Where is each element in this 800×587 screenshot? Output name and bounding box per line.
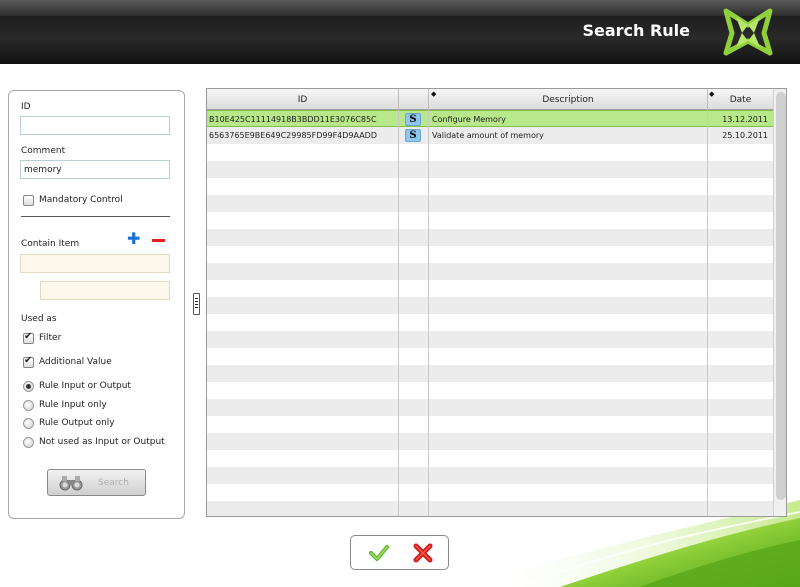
empty-table-row[interactable] [207,399,773,416]
column-header-date[interactable]: Date [708,89,773,110]
table-body: B10E425C11114918B3BDD11E3076C85C S Configu… [207,110,773,516]
empty-table-row[interactable] [207,212,773,229]
radio-label-rule-input-or-output: Rule Input or Output [39,381,131,391]
binoculars-icon [59,476,83,491]
checkmark-icon[interactable] [369,544,389,562]
header-bar: Search Rule [0,0,800,64]
empty-table-row[interactable] [207,450,773,467]
filter-label: Filter [39,333,62,343]
table-row[interactable]: 6563765E9BE649C29985FD99F4D9AADD S Validat… [207,127,773,144]
empty-table-row[interactable] [207,382,773,399]
grip-icon [195,298,198,310]
rule-type-badge: S [405,113,421,126]
contain-item-sub-input[interactable] [40,281,170,300]
radio-rule-input-only[interactable] [23,400,34,411]
table-scrollbar[interactable] [773,89,786,516]
empty-table-row[interactable] [207,263,773,280]
column-header-description[interactable]: Description [429,89,708,110]
empty-table-row[interactable] [207,484,773,501]
search-criteria-panel: ID Comment memory Mandatory Control Cont… [8,90,185,519]
empty-table-row[interactable] [207,280,773,297]
filter-checkbox[interactable] [23,331,34,344]
id-input[interactable] [20,116,170,135]
row-date-cell: 25.10.2011 [722,131,768,140]
sort-icon: ◆ [431,90,437,98]
rule-type-badge: S [405,129,421,142]
search-rule-window: Search Rule ID Comment memory Mandatory … [0,0,800,587]
empty-table-row[interactable] [207,144,773,161]
table-row[interactable]: B10E425C11114918B3BDD11E3076C85C S Configu… [207,110,773,127]
column-header-id[interactable]: ID [207,89,399,110]
radio-label-rule-input-only: Rule Input only [39,400,107,410]
comment-label: Comment [21,146,66,156]
search-button-label: Search [98,478,129,488]
radio-label-rule-output-only: Rule Output only [39,418,115,428]
x-icon[interactable] [413,543,433,563]
used-as-label: Used as [21,314,57,324]
search-button[interactable]: Search [47,469,146,496]
section-divider [21,216,170,217]
scrollbar-thumb[interactable] [776,92,786,500]
page-title: Search Rule [582,21,690,40]
contain-item-input[interactable] [20,254,170,273]
empty-table-row[interactable] [207,467,773,484]
id-label: ID [21,102,31,112]
row-description-cell: Configure Memory [432,115,506,124]
empty-table-row[interactable] [207,433,773,450]
contain-item-label: Contain Item [21,239,80,249]
radio-rule-output-only[interactable] [23,418,34,429]
minus-icon[interactable] [152,239,165,242]
empty-table-row[interactable] [207,246,773,263]
empty-table-row[interactable] [207,501,773,516]
column-divider [428,89,429,516]
row-id-cell: 6563765E9BE649C29985FD99F4D9AADD [209,131,377,140]
row-date-cell: 13.12.2011 [722,115,768,124]
row-description-cell: Validate amount of memory [432,131,544,140]
empty-table-row[interactable] [207,416,773,433]
plus-icon[interactable]: ✚ [127,231,140,247]
header-gloss [0,0,800,16]
empty-table-row[interactable] [207,331,773,348]
column-divider [707,89,708,516]
panel-splitter-handle[interactable] [193,293,200,315]
empty-table-row[interactable] [207,365,773,382]
mandatory-control-checkbox[interactable] [23,195,34,206]
additional-value-label: Additional Value [39,357,112,367]
logo-icon [723,8,773,56]
results-table: B10E425C11114918B3BDD11E3076C85C S Configu… [206,88,787,517]
empty-table-row[interactable] [207,314,773,331]
empty-table-row[interactable] [207,178,773,195]
dialog-actions [350,535,449,570]
empty-table-row[interactable] [207,348,773,365]
empty-table-row[interactable] [207,161,773,178]
empty-table-row[interactable] [207,297,773,314]
additional-value-checkbox[interactable] [23,355,34,368]
column-divider [398,89,399,516]
row-id-cell: B10E425C11114918B3BDD11E3076C85C [209,115,377,124]
column-header-type[interactable] [399,89,429,110]
radio-rule-input-or-output[interactable] [23,381,34,392]
empty-table-row[interactable] [207,229,773,246]
table-header: ID Description Date ◆ ◆ [207,89,773,110]
radio-not-used[interactable] [23,437,34,448]
comment-input[interactable]: memory [20,160,170,179]
empty-table-row[interactable] [207,195,773,212]
mandatory-control-label: Mandatory Control [39,195,123,205]
radio-label-not-used: Not used as Input or Output [39,437,165,447]
sort-icon: ◆ [709,90,715,98]
